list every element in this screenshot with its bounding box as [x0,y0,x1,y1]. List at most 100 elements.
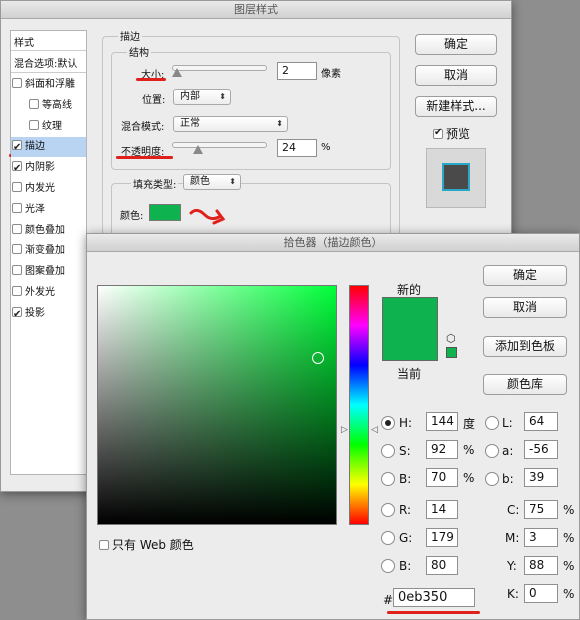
b-channel-input[interactable]: 39 [524,468,558,487]
brightness-label: B: [399,472,412,486]
size-slider-knob[interactable] [172,68,182,77]
blue-radio[interactable] [381,559,395,573]
checkbox-unchecked-icon[interactable] [29,119,39,130]
hue-label: H: [399,416,413,430]
b-channel-radio[interactable] [485,472,499,486]
lightness-radio[interactable] [485,416,499,430]
size-slider-track[interactable] [172,65,267,71]
hue-arrow-right-icon[interactable]: ◁ [371,425,378,435]
saturation-unit: % [463,443,475,457]
brightness-input[interactable]: 70 [426,468,458,487]
color-picker-title: 拾色器（描边颜色） [87,234,579,252]
style-item[interactable]: 光泽 [12,200,85,220]
green-input[interactable]: 179 [426,528,458,547]
blue-input[interactable]: 80 [426,556,458,575]
a-channel-input[interactable]: -56 [524,440,558,459]
style-item[interactable]: 内发光 [12,179,85,199]
ok-button[interactable]: 确定 [415,34,497,55]
red-input[interactable]: 14 [426,500,458,519]
web-only-checkbox[interactable]: 只有 Web 颜色 [99,536,194,553]
style-item[interactable]: 纹理 [29,117,102,137]
color-field[interactable] [97,285,337,525]
hue-slider[interactable] [349,285,369,525]
blend-mode-select[interactable]: 正常 ⬍ [173,116,288,132]
opacity-slider-track[interactable] [172,142,267,148]
style-item[interactable]: 颜色叠加 [12,221,85,241]
checkbox-unchecked-icon[interactable] [12,202,22,213]
picker-ok-button[interactable]: 确定 [483,265,567,286]
checkbox-unchecked-icon[interactable] [12,286,22,296]
a-channel-radio[interactable] [485,444,499,458]
brightness-unit: % [463,471,475,485]
styles-header[interactable]: 样式 [14,34,34,49]
hue-unit: 度 [463,417,476,431]
hue-radio[interactable] [381,416,395,430]
add-to-swatches-button[interactable]: 添加到色板 [483,336,567,357]
yellow-input[interactable]: 88 [524,556,558,575]
hue-arrow-left-icon[interactable]: ▷ [341,425,348,435]
stroke-color-swatch[interactable] [149,204,181,221]
cyan-label: C: [507,503,520,517]
saturation-radio[interactable] [381,444,395,458]
color-field-cursor[interactable] [312,352,324,364]
green-label: G: [399,531,413,545]
brightness-radio[interactable] [381,472,395,486]
size-unit: 像素 [321,69,341,80]
opacity-input[interactable]: 24 [277,139,317,157]
checkbox-unchecked-icon[interactable] [12,78,22,88]
lightness-input[interactable]: 64 [524,412,558,431]
style-item-label: 光泽 [25,203,45,215]
new-style-button[interactable]: 新建样式... [415,96,497,117]
style-item-label: 纹理 [42,120,62,132]
select-arrows-icon: ⬍ [219,92,226,101]
checkbox-checked-icon[interactable] [12,159,22,179]
style-item[interactable]: 图案叠加 [12,262,85,282]
checkbox-checked-icon[interactable] [12,138,22,158]
blue-label: B: [399,559,412,573]
hex-input[interactable]: 0eb350 [393,588,475,607]
style-item[interactable]: 描边 [11,137,86,158]
style-item[interactable]: 渐变叠加 [12,241,85,261]
blend-options-default[interactable]: 混合选项:默认 [14,55,77,70]
opacity-slider-knob[interactable] [193,145,203,154]
style-item[interactable]: 投影 [12,304,85,325]
style-item-label: 外发光 [25,287,55,298]
preview-label: 预览 [446,127,471,141]
magenta-input[interactable]: 3 [524,528,558,547]
hex-label: # [383,593,394,607]
color-picker-dialog: 拾色器（描边颜色） ▷ ◁ 新的 当前 ⬡ 确定 取消 添加到色板 颜色库 H:… [86,233,580,620]
fill-type-select[interactable]: 颜色 ⬍ [183,174,241,190]
picker-cancel-button[interactable]: 取消 [483,297,567,318]
black-input[interactable]: 0 [524,584,558,603]
style-item-label: 投影 [25,307,45,319]
checkbox-unchecked-icon [99,539,109,550]
style-item-label: 等高线 [42,99,72,111]
styles-divider [11,50,86,51]
style-item-label: 内阴影 [25,162,55,174]
cancel-button[interactable]: 取消 [415,65,497,86]
checkbox-checked-icon [433,127,443,139]
color-libraries-button[interactable]: 颜色库 [483,374,567,395]
new-color-label: 新的 [397,283,422,297]
style-item[interactable]: 内阴影 [12,158,85,179]
saturation-input[interactable]: 92 [426,440,458,459]
green-radio[interactable] [381,531,395,545]
red-radio[interactable] [381,503,395,517]
checkbox-unchecked-icon[interactable] [12,182,22,192]
style-item[interactable]: 外发光 [12,283,85,303]
checkbox-unchecked-icon[interactable] [12,223,22,234]
checkbox-unchecked-icon[interactable] [12,265,22,276]
web-safe-swatch[interactable] [446,347,457,358]
out-of-gamut-cube-icon[interactable]: ⬡ [446,332,456,345]
checkbox-unchecked-icon[interactable] [12,244,22,255]
style-item[interactable]: 斜面和浮雕 [12,75,85,95]
checkbox-checked-icon[interactable] [12,305,22,325]
hue-input[interactable]: 144 [426,412,458,431]
preview-checkbox[interactable]: 预览 [433,125,470,142]
position-select[interactable]: 内部 ⬍ [173,89,231,105]
blend-mode-label: 混合模式: [121,122,165,133]
size-input[interactable]: 2 [277,62,317,80]
cyan-input[interactable]: 75 [524,500,558,519]
style-item[interactable]: 等高线 [29,96,102,116]
checkbox-unchecked-icon[interactable] [29,98,39,109]
